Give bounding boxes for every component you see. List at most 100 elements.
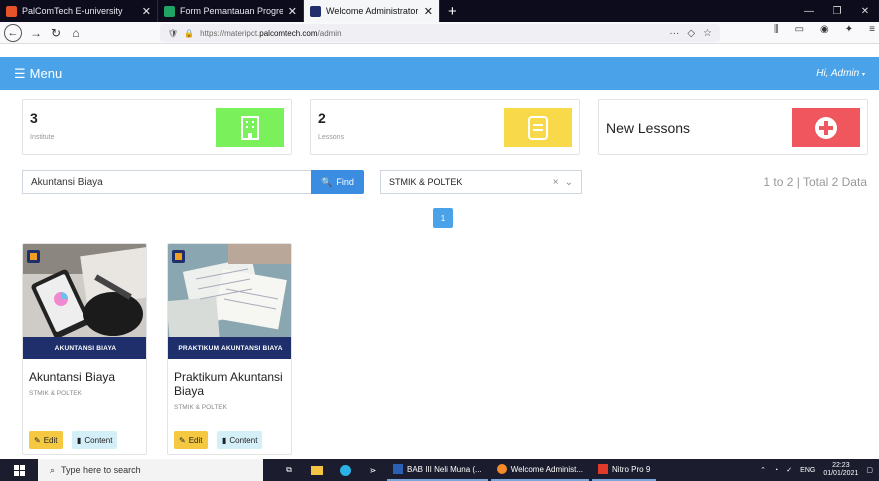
account-icon[interactable]: ◉	[820, 24, 829, 35]
lesson-banner: AKUNTANSI BIAYA	[23, 337, 146, 359]
edit-label: Edit	[43, 435, 58, 445]
search-icon: ⌕	[50, 464, 56, 475]
restore-icon[interactable]: ❐	[823, 0, 851, 22]
tab-title: Form Pemantauan Progress Pe	[180, 6, 283, 16]
pocket-icon[interactable]: ◇	[687, 28, 695, 39]
lessons-count: 2	[318, 110, 326, 126]
window-controls: — ❐ ✕	[795, 0, 879, 22]
browser-tab-bar: PalComTech E-university ✕ Form Pemantaua…	[0, 0, 879, 22]
taskbar-app-word[interactable]: BAB III Neli Muna (...	[387, 459, 488, 481]
content-label: Content	[229, 435, 258, 445]
shield-icon[interactable]: 🛡	[168, 29, 178, 38]
home-icon[interactable]: ⌂	[66, 23, 86, 43]
pagination-page[interactable]: 1	[433, 208, 453, 228]
institute-count: 3	[30, 110, 38, 126]
lesson-card[interactable]: AKUNTANSI BIAYA Akuntansi Biaya STMIK & …	[22, 243, 147, 455]
browser-tab-welcome[interactable]: Welcome Administrator ✕	[304, 0, 440, 22]
chevron-down-icon[interactable]: ⌄	[565, 177, 573, 188]
new-tab-icon[interactable]: +	[440, 0, 465, 22]
app-header: ☰ Menu Hi, Admin ▾	[0, 57, 879, 90]
app-icon[interactable]: ⋗	[359, 459, 387, 481]
institute-label: Institute	[30, 134, 55, 141]
windows-start-icon[interactable]	[0, 459, 38, 481]
edit-button[interactable]: ✎ Edit	[174, 431, 208, 449]
taskbar-app-label: Welcome Administ...	[510, 464, 584, 474]
file-explorer-icon[interactable]	[303, 459, 331, 481]
content-label: Content	[84, 435, 113, 445]
caret-down-icon: ▾	[861, 72, 865, 78]
back-arrow-icon[interactable]: ←	[4, 23, 22, 42]
forward-arrow-icon[interactable]: →	[26, 23, 46, 43]
app-logo-icon	[172, 250, 185, 263]
building-icon	[216, 108, 284, 147]
more-actions-icon[interactable]: ···	[669, 28, 679, 39]
stat-card-lessons[interactable]: 2 Lessons	[310, 99, 580, 155]
task-view-icon[interactable]: ⧉	[275, 459, 303, 481]
extensions-icon[interactable]: ✦	[845, 24, 853, 35]
lesson-thumbnail	[168, 244, 291, 337]
new-lessons-label: New Lessons	[606, 120, 691, 136]
edit-button[interactable]: ✎ Edit	[29, 431, 63, 449]
edit-icon: ✎	[179, 435, 186, 445]
lesson-institution: STMIK & POLTEK	[29, 390, 82, 397]
select-value: STMIK & POLTEK	[389, 177, 463, 187]
new-lessons-card[interactable]: New Lessons	[598, 99, 868, 155]
lock-icon[interactable]: 🔒	[184, 29, 194, 38]
list-icon: ☰	[14, 65, 26, 81]
clock-date: 01/01/2021	[823, 470, 859, 477]
clock-time: 22:23	[832, 462, 850, 469]
browser-tab-form[interactable]: Form Pemantauan Progress Pe ✕	[158, 0, 304, 22]
browser-tab-palcomtech[interactable]: PalComTech E-university ✕	[0, 0, 158, 22]
taskbar-app-firefox[interactable]: Welcome Administ...	[490, 459, 590, 481]
app-tray-icon[interactable]: ✓	[786, 466, 792, 474]
network-icon[interactable]: ◔	[774, 467, 778, 474]
institution-select[interactable]: STMIK & POLTEK × ⌄	[380, 170, 582, 194]
menu-toggle[interactable]: ☰ Menu	[14, 66, 62, 82]
lesson-thumbnail	[23, 244, 146, 337]
taskbar-search-placeholder: Type here to search	[61, 465, 141, 475]
file-icon: ▮	[222, 435, 227, 445]
find-label: Find	[336, 177, 354, 187]
minimize-icon[interactable]: —	[795, 0, 823, 22]
firefox-icon	[496, 464, 507, 474]
address-bar[interactable]: 🛡 🔒 https://materipct.palcomtech.com/adm…	[160, 24, 720, 42]
taskbar-app-nitro[interactable]: Nitro Pro 9	[592, 459, 657, 481]
clear-icon[interactable]: ×	[553, 177, 559, 188]
content-button[interactable]: ▮ Content	[217, 431, 263, 449]
lesson-card[interactable]: PRAKTIKUM AKUNTANSI BIAYA Praktikum Akun…	[167, 243, 292, 455]
taskbar-app-label: BAB III Neli Muna (...	[407, 464, 482, 474]
clock[interactable]: 22:23 01/01/2021	[823, 462, 858, 478]
language-indicator[interactable]: ENG	[800, 467, 815, 474]
app-favicon-icon	[310, 5, 321, 17]
notification-icon[interactable]: ▢	[866, 466, 873, 474]
plus-circle-icon[interactable]	[792, 108, 860, 147]
chevron-up-icon[interactable]: ⌃	[760, 466, 766, 474]
edit-label: Edit	[188, 435, 203, 445]
app-logo-icon	[27, 250, 40, 263]
file-icon: ▮	[77, 435, 82, 445]
edit-icon: ✎	[34, 435, 41, 445]
palcomtech-favicon-icon	[6, 5, 17, 17]
search-input[interactable]: Akuntansi Biaya	[22, 170, 312, 194]
close-icon[interactable]: ✕	[142, 5, 151, 18]
bookmark-star-icon[interactable]: ☆	[703, 28, 712, 39]
lessons-label: Lessons	[318, 134, 345, 141]
nitro-icon	[598, 464, 609, 474]
find-button[interactable]: 🔍 Find	[311, 170, 364, 194]
stat-card-institute[interactable]: 3 Institute	[22, 99, 292, 155]
user-dropdown[interactable]: Hi, Admin ▾	[816, 68, 865, 79]
url-text: https://materipct.palcomtech.com/admin	[200, 28, 342, 38]
library-icon[interactable]: ⫼	[774, 24, 779, 35]
close-icon[interactable]: ✕	[288, 5, 297, 18]
taskbar-search[interactable]: ⌕ Type here to search	[38, 459, 263, 481]
sidebar-icon[interactable]: ▭	[795, 24, 804, 35]
browser-nav-bar: ← → ↻ ⌂ 🛡 🔒 https://materipct.palcomtech…	[0, 22, 879, 44]
windows-taskbar: ⌕ Type here to search ⧉ ⋗ BAB III Neli M…	[0, 459, 879, 481]
taskbar-app-label: Nitro Pro 9	[612, 464, 651, 474]
content-button[interactable]: ▮ Content	[72, 431, 118, 449]
close-icon[interactable]: ✕	[424, 5, 433, 18]
hamburger-menu-icon[interactable]: ≡	[869, 24, 875, 35]
reload-icon[interactable]: ↻	[46, 23, 66, 43]
edge-icon[interactable]	[331, 459, 359, 481]
close-window-icon[interactable]: ✕	[851, 0, 879, 22]
